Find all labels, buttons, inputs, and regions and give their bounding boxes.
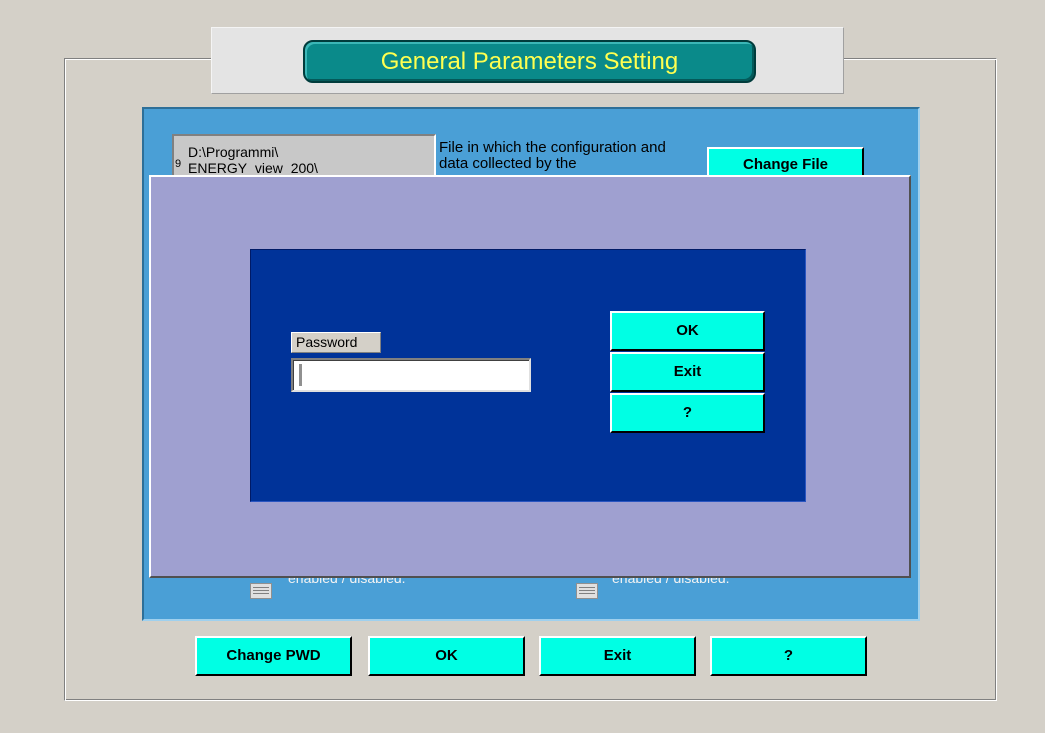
exit-button[interactable]: Exit [539, 636, 696, 676]
dialog-help-button[interactable]: ? [610, 393, 765, 433]
window-title: General Parameters Setting [303, 40, 756, 83]
left-enable-checkbox[interactable] [250, 583, 272, 599]
password-input[interactable] [291, 358, 531, 392]
file-description: File in which the configuration and data… [439, 140, 666, 172]
password-caret [299, 364, 302, 386]
file-path-line2: ENERGY_view_200\ [188, 160, 318, 176]
ok-button[interactable]: OK [368, 636, 525, 676]
help-button[interactable]: ? [710, 636, 867, 676]
dialog-exit-button[interactable]: Exit [610, 352, 765, 392]
file-path-box: D:\Programmi\ ENERGY_view_200\ [172, 134, 436, 179]
dialog-ok-button[interactable]: OK [610, 311, 765, 351]
file-path-line1: D:\Programmi\ [188, 144, 279, 160]
password-label: Password [291, 332, 381, 353]
file-path-mark: 9 [175, 158, 182, 170]
right-enable-checkbox[interactable] [576, 583, 598, 599]
change-pwd-button[interactable]: Change PWD [195, 636, 352, 676]
